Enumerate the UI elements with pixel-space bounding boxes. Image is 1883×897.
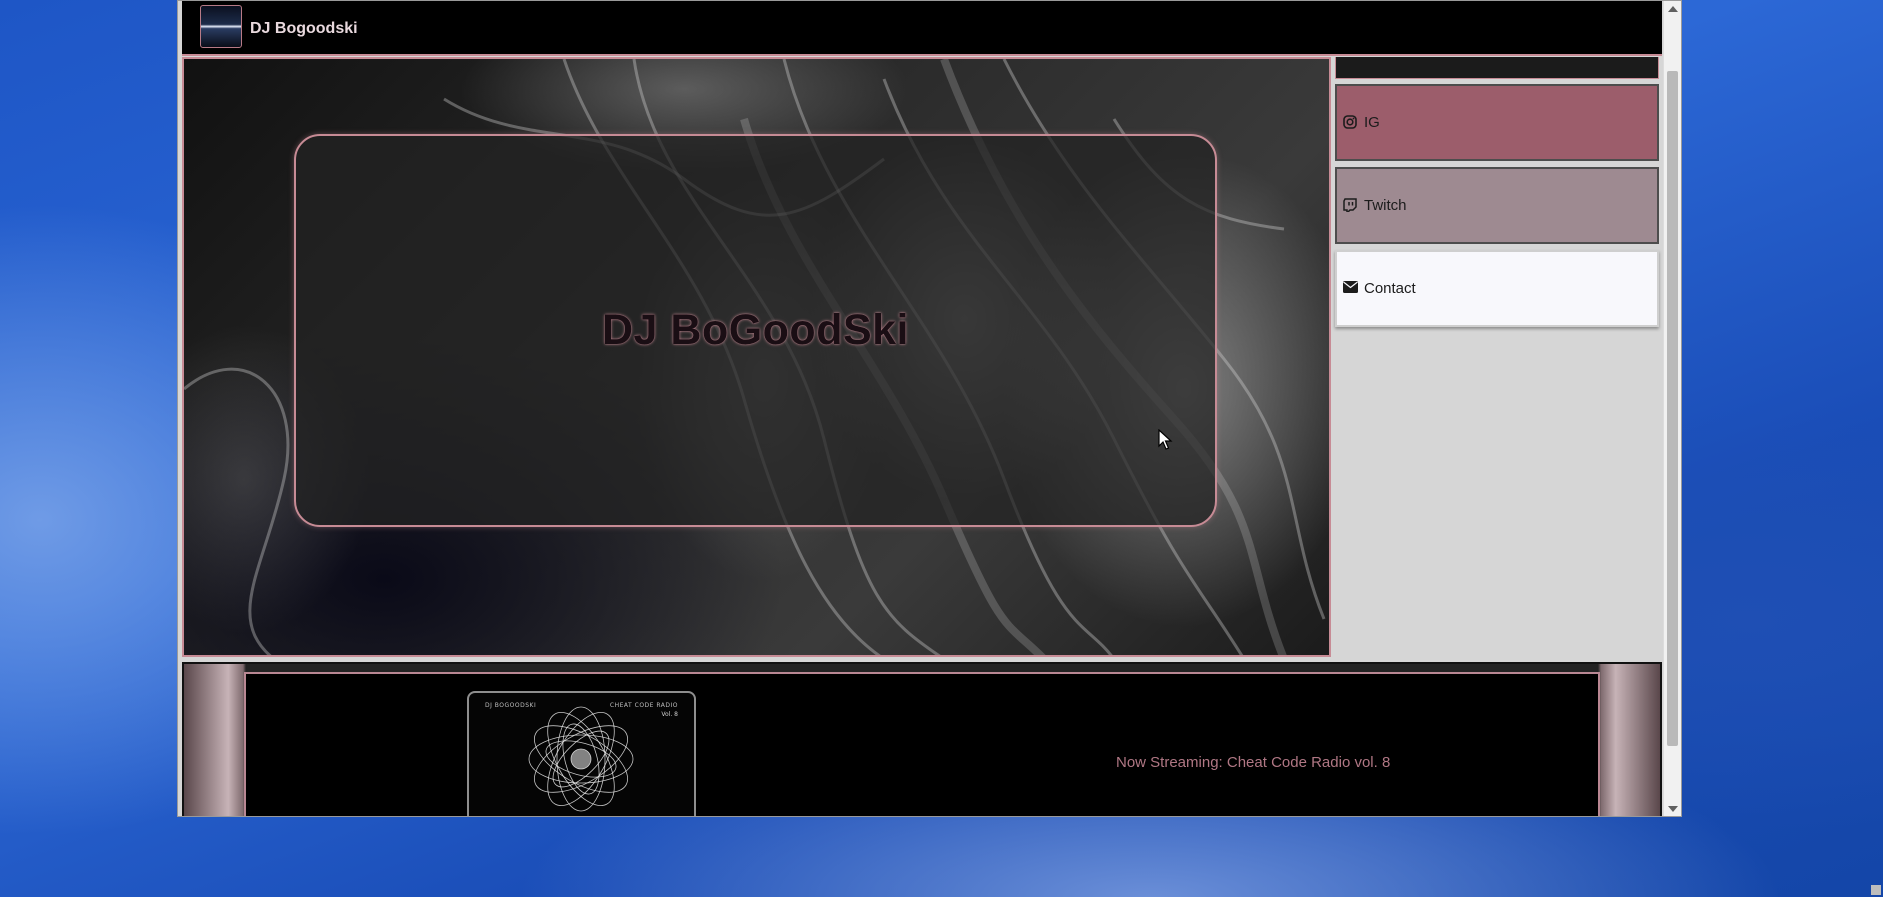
mouse-cursor-icon	[1158, 429, 1173, 450]
album-cover[interactable]: DJ BOGOODSKI CHEAT CODE RADIO Vol. 8	[467, 691, 696, 816]
hero-section: DJ BoGoodSki	[182, 57, 1331, 657]
sidebar-item-ig[interactable]: IG	[1335, 84, 1659, 161]
now-streaming-text: Now Streaming: Cheat Code Radio vol. 8	[1116, 754, 1391, 771]
streaming-panel: DJ BOGOODSKI CHEAT CODE RADIO Vol. 8 Now…	[244, 672, 1600, 816]
envelope-icon	[1343, 281, 1358, 296]
sidebar-item-label: Contact	[1364, 280, 1416, 297]
social-sidebar: IG Twitch Contact	[1335, 57, 1663, 657]
sidebar-item-label: IG	[1364, 114, 1380, 131]
hero-title: DJ BoGoodSki	[601, 306, 910, 354]
twitch-icon	[1343, 198, 1358, 213]
sidebar-item-twitch[interactable]: Twitch	[1335, 167, 1659, 244]
scrollbar-thumb[interactable]	[1667, 71, 1678, 746]
waveform-logo-icon[interactable]	[200, 5, 242, 48]
top-navbar: DJ Bogoodski	[182, 1, 1662, 56]
sidebar-top-item[interactable]	[1335, 57, 1659, 79]
hero-panel: DJ BoGoodSki	[294, 134, 1217, 527]
browser-window: DJ Bogoodski DJ BoGoodSki IG Twitch Cont…	[177, 0, 1682, 817]
vertical-scrollbar[interactable]	[1663, 1, 1681, 816]
resize-grip-icon[interactable]	[1871, 885, 1881, 895]
instagram-icon	[1343, 115, 1358, 130]
scroll-down-icon[interactable]	[1668, 806, 1678, 812]
sidebar-item-contact[interactable]: Contact	[1335, 250, 1659, 327]
now-streaming-section: DJ BOGOODSKI CHEAT CODE RADIO Vol. 8 Now…	[182, 662, 1662, 816]
scroll-up-icon[interactable]	[1668, 6, 1678, 12]
spiral-artwork-icon	[528, 706, 634, 812]
sidebar-item-label: Twitch	[1364, 197, 1407, 214]
brand-name[interactable]: DJ Bogoodski	[250, 20, 358, 38]
